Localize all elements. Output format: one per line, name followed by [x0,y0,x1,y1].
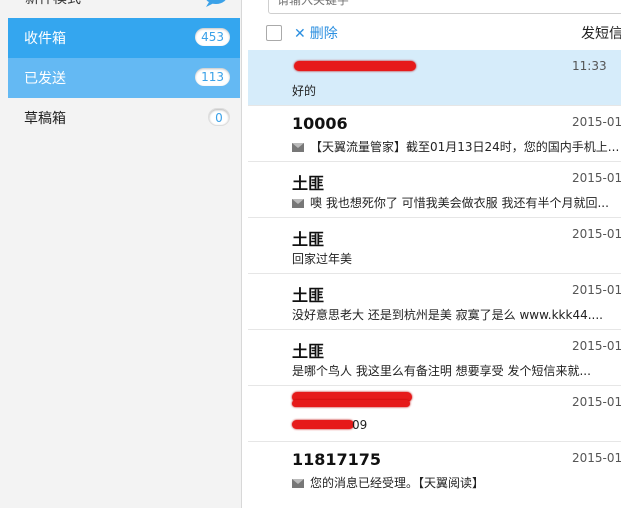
list-item[interactable]: 2015-01- 09 [248,386,621,442]
close-icon: ✕ [294,26,306,42]
sidebar-item-label: 已发送 [24,71,66,87]
sidebar-item-sent[interactable]: 已发送 113 [8,58,240,98]
select-all-checkbox[interactable] [266,25,282,41]
mode-label: 新件模式 [25,0,81,8]
message-date: 2015-01- [572,115,621,129]
message-preview: 【天翼流量管家】截至01月13日24时，您的国内手机上... [292,138,619,155]
message-date: 2015-01- [572,395,621,409]
message-date: 2015-01- [572,339,621,353]
toolbar: ✕ 删除 发短信 [248,20,621,50]
message-date: 11:33 [572,59,607,73]
list-item[interactable]: 10006 2015-01- 【天翼流量管家】截至01月13日24时，您的国内手… [248,106,621,162]
list-item[interactable]: 土匪 2015-01- 没好意思老大 还是到杭州是美 寂寞了是么 www.kkk… [248,274,621,330]
delete-button[interactable]: ✕ 删除 [294,23,338,43]
message-preview-text: 【天翼流量管家】截至01月13日24时，您的国内手机上... [310,140,620,154]
list-item[interactable]: 土匪 2015-01- 噢 我也想死你了 可惜我美会做衣服 我还有半个月就回..… [248,162,621,218]
message-pane: ✕删除 发短信 11:33 好的 10006 2015-01- 【天翼流量管家】… [248,0,621,508]
message-preview-text: 噢 我也想死你了 可惜我美会做衣服 我还有半个月就回... [310,196,609,210]
sidebar-item-label: 收件箱 [24,31,66,47]
sidebar-item-inbox[interactable]: 收件箱 453 [8,18,240,58]
message-sender: 土匪 [292,342,325,361]
message-sender: 土匪 [292,174,325,193]
count-badge: 113 [195,68,230,86]
envelope-icon [292,143,304,152]
count-badge: 453 [195,28,230,46]
search-box[interactable] [268,0,621,14]
count-badge: 0 [208,108,230,126]
envelope-icon [292,479,304,488]
sidebar: 新件模式 收件箱 453 已发送 113 草稿箱 0 [0,0,242,508]
message-sender: 土匪 [292,286,325,305]
message-preview-text: 您的消息已经受理。【天翼阅读】 [310,476,485,490]
message-preview: 好的 [292,84,317,98]
list-item[interactable]: 11817175 2015-01- 您的消息已经受理。【天翼阅读】 [248,442,621,498]
send-sms-button[interactable]: 发短信 [581,23,621,43]
message-preview: 回家过年美 [292,252,353,266]
delete-label: 删除 [309,26,338,42]
redaction-mark [292,400,410,407]
envelope-icon [292,199,304,208]
sidebar-item-label: 草稿箱 [24,111,66,127]
message-date: 2015-01- [572,283,621,297]
message-sender: 土匪 [292,230,325,249]
message-preview: 您的消息已经受理。【天翼阅读】 [292,474,484,491]
list-item[interactable]: 土匪 2015-01- 回家过年美 [248,218,621,274]
chat-bubble-icon[interactable] [203,0,230,8]
message-preview: 是哪个鸟人 我这里么有备注明 想要享受 发个短信来就... [292,364,591,378]
message-date: 2015-01- [572,227,621,241]
redaction-mark [294,61,416,71]
redaction-mark [292,420,354,429]
message-preview: 09 [352,418,368,432]
message-date: 2015-01- [572,451,621,465]
message-sender: 10006 [292,114,348,133]
message-sender: 11817175 [292,450,382,469]
list-item[interactable]: 11:33 好的 [248,50,621,106]
search-input[interactable] [269,0,621,13]
message-date: 2015-01- [572,171,621,185]
message-preview: 没好意思老大 还是到杭州是美 寂寞了是么 www.kkk44.... [292,308,603,322]
list-item[interactable]: 土匪 2015-01- 是哪个鸟人 我这里么有备注明 想要享受 发个短信来就..… [248,330,621,386]
sidebar-top: 新件模式 [0,0,241,18]
message-preview: 噢 我也想死你了 可惜我美会做衣服 我还有半个月就回... [292,194,609,211]
sidebar-item-drafts[interactable]: 草稿箱 0 [8,98,240,138]
